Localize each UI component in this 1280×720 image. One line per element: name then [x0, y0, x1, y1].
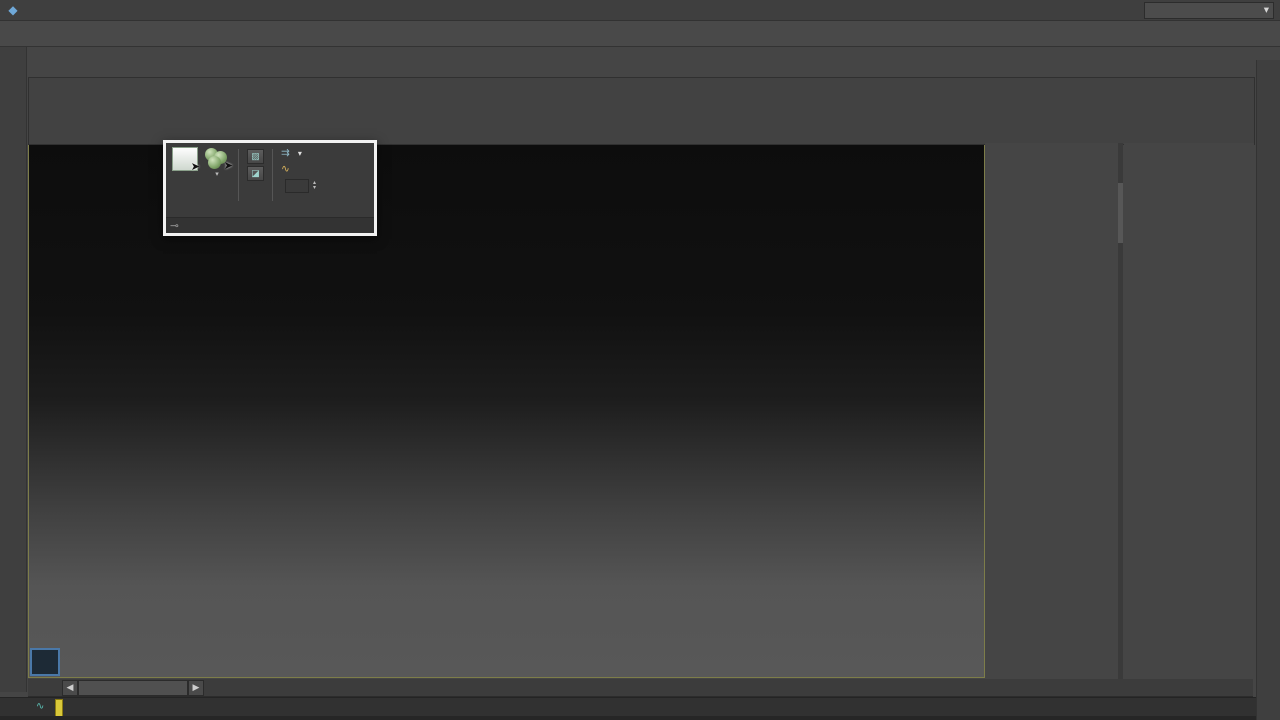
chevron-down-icon: ▾ — [215, 171, 219, 178]
modify-selection-popup: ➤ ➤ ▾ ▨ ◪ ⇉ ▾ ∿ ▴ ▾ ⊸ — [163, 140, 377, 236]
workspaces-area: ▾ — [1140, 1, 1280, 19]
time-slider-row: ◀ ▶ — [28, 679, 1253, 697]
steploop-icon: ⇉ — [281, 147, 290, 159]
chevron-down-icon: ▾ — [297, 148, 302, 158]
app-logo-icon[interactable]: ◆ — [0, 1, 26, 19]
left-vertical-toolbar — [0, 46, 27, 692]
divider — [272, 149, 273, 201]
ribbon-tab-bar — [28, 60, 1253, 77]
outline-button[interactable]: ➤ — [172, 147, 200, 173]
divider — [238, 149, 239, 201]
fill-button[interactable]: ▨ — [247, 149, 264, 164]
popup-body: ➤ ➤ ▾ ▨ ◪ ⇉ ▾ ∿ ▴ ▾ — [166, 143, 374, 217]
chevron-down-icon: ▾ — [1263, 4, 1269, 16]
ribbon — [28, 77, 1255, 145]
timeline-playhead[interactable] — [55, 699, 63, 717]
menu-bar: ◆ ▾ — [0, 0, 1280, 21]
frame-display[interactable] — [78, 679, 188, 696]
step-mode-button[interactable]: ∿ — [281, 163, 316, 175]
next-frame-button[interactable]: ▶ — [188, 679, 204, 696]
popup-caption-bar: ⊸ — [166, 217, 374, 233]
command-panel-column-2 — [1124, 143, 1254, 690]
outline-icon: ➤ — [172, 147, 200, 173]
time-slider: ◀ ▶ — [62, 679, 204, 696]
minimized-floater[interactable] — [30, 648, 60, 676]
spinner-arrows[interactable]: ▴ ▾ — [313, 180, 316, 191]
cursor-icon: ➤ — [190, 161, 200, 173]
pin-icon[interactable]: ⊸ — [166, 220, 183, 232]
similar-icon: ➤ — [204, 147, 233, 172]
panel-scrollbar[interactable] — [1118, 143, 1123, 690]
dot-gap-row: ▴ ▾ — [281, 179, 316, 193]
cursor-icon: ➤ — [223, 160, 233, 172]
status-strip — [0, 716, 1280, 720]
fill-hole-button[interactable]: ◪ — [247, 166, 264, 181]
fill-group: ▨ ◪ — [247, 147, 264, 181]
right-vertical-toolbar — [1256, 60, 1280, 720]
steploop-group: ⇉ ▾ ∿ ▴ ▾ — [281, 147, 316, 193]
main-toolbar — [0, 21, 1280, 47]
step-mode-icon: ∿ — [281, 163, 290, 175]
similar-button[interactable]: ➤ ▾ — [204, 147, 233, 178]
command-panel — [985, 143, 1122, 690]
previous-frame-button[interactable]: ◀ — [62, 679, 78, 696]
dot-gap-field[interactable] — [285, 179, 309, 193]
track-bar[interactable]: ∿ — [0, 697, 1280, 717]
workspace-dropdown[interactable]: ▾ — [1144, 1, 1274, 19]
steploop-button[interactable]: ⇉ ▾ — [281, 147, 316, 159]
trackbar-curves-icon[interactable]: ∿ — [36, 701, 44, 712]
